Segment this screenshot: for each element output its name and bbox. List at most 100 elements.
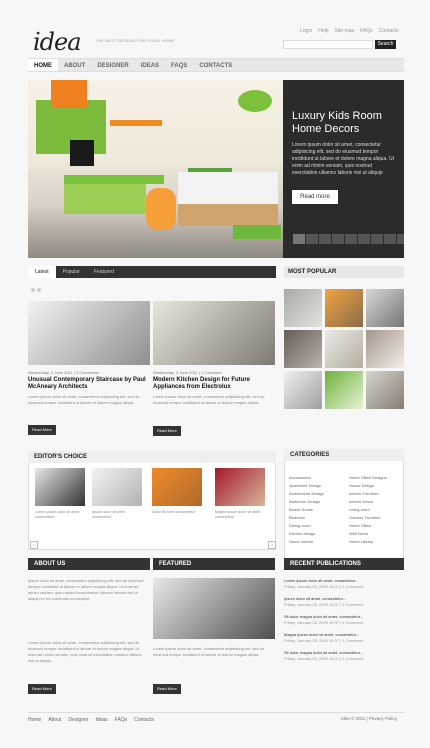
read-more-button[interactable]: Read More xyxy=(28,425,56,435)
orange-wall xyxy=(51,80,87,108)
editor-caption: Magna ipsum dolor sit amet consectetur xyxy=(215,510,261,519)
category-link[interactable]: Interior Decor xyxy=(349,499,409,504)
nav-faqs[interactable]: FAQS xyxy=(165,59,193,71)
category-link[interactable]: Architecture Design xyxy=(289,491,349,496)
category-link[interactable]: Interior Furniture xyxy=(349,491,409,496)
main-nav: HOME ABOUT DESIGNER IDEAS FAQS CONTACTS xyxy=(28,58,404,72)
top-link-help[interactable]: Help xyxy=(318,28,328,34)
popular-thumb[interactable] xyxy=(366,289,404,327)
footer-link-faqs[interactable]: FAQs xyxy=(115,717,128,723)
category-link[interactable]: Accessories xyxy=(289,475,349,480)
footer-link-about[interactable]: About xyxy=(48,717,61,723)
popular-thumb[interactable] xyxy=(366,330,404,368)
category-link[interactable]: Home Office xyxy=(349,523,409,528)
nav-contacts[interactable]: CONTACTS xyxy=(193,59,238,71)
featured-image[interactable] xyxy=(153,578,275,639)
category-link[interactable]: Bedroom xyxy=(289,515,349,520)
hero-thumb[interactable] xyxy=(371,234,383,244)
category-link[interactable]: Apartment Design xyxy=(289,483,349,488)
popular-thumb[interactable] xyxy=(284,289,322,327)
tab-latest[interactable]: Latest xyxy=(28,266,56,278)
most-popular-heading: MOST POPULAR xyxy=(284,266,404,278)
featured-text: Lorem ipsum dolor sit amet, consectetur … xyxy=(153,646,265,657)
site-logo[interactable]: idea xyxy=(33,28,82,56)
article-excerpt: Lorem ipsum dolor sit amet, consectetur … xyxy=(153,394,265,405)
top-link-contacts[interactable]: Contacts xyxy=(379,28,399,34)
article-title[interactable]: Modern Kitchen Design for Future Applian… xyxy=(153,377,275,391)
top-link-site-map[interactable]: Site map xyxy=(335,28,355,34)
category-link[interactable]: Dining room xyxy=(289,523,349,528)
top-link-login[interactable]: Login xyxy=(300,28,312,34)
categories-list: Accessories Home Office Designs Apartmen… xyxy=(289,475,409,544)
search-button[interactable]: Search xyxy=(375,40,396,49)
site-tagline: THE BEST DESIGN FOR YOUR HOME xyxy=(95,38,175,43)
pagination-dot[interactable] xyxy=(31,288,35,292)
popular-thumb[interactable] xyxy=(284,330,322,368)
featured-read-more-button[interactable]: Read More xyxy=(153,684,181,694)
hero-thumb[interactable] xyxy=(345,234,357,244)
hero-thumb[interactable] xyxy=(319,234,331,244)
article-title[interactable]: Unusual Contemporary Staircase by Paul M… xyxy=(28,377,150,391)
footer-link-home[interactable]: Home xyxy=(28,717,41,723)
category-link[interactable]: Home Interior xyxy=(289,539,349,544)
editor-caption: Lorem ipsum dolor sit amet consectetur xyxy=(35,510,80,519)
hero-read-more-button[interactable]: Read more xyxy=(292,190,338,204)
hero-thumb[interactable] xyxy=(358,234,370,244)
article-image[interactable] xyxy=(153,301,275,365)
read-more-button[interactable]: Read More xyxy=(153,426,181,436)
popular-thumb[interactable] xyxy=(325,289,363,327)
category-link[interactable]: Home Library xyxy=(349,539,409,544)
top-link-faqs[interactable]: FAQs xyxy=(360,28,373,34)
popular-thumb[interactable] xyxy=(325,330,363,368)
category-link[interactable]: Beach House xyxy=(289,507,349,512)
category-link[interactable]: Bathroom Design xyxy=(289,499,349,504)
editor-caption: Ipsum dolor sit amet consectetur xyxy=(92,510,126,519)
chair xyxy=(146,188,176,230)
hero-thumb[interactable] xyxy=(332,234,344,244)
copyright: Idea © 2011 | Privacy Policy xyxy=(341,716,397,721)
article-image[interactable] xyxy=(28,301,150,365)
recent-publication: Sit dolor magna dolor sit amet, consecte… xyxy=(284,650,364,661)
editor-item: Magna ipsum dolor sit amet consectetur xyxy=(215,468,265,520)
hero-title: Luxury Kids Room Home Decors xyxy=(292,110,382,135)
editor-image[interactable] xyxy=(92,468,142,506)
category-link[interactable]: Wall Decor xyxy=(349,531,409,536)
nav-designer[interactable]: DESIGNER xyxy=(91,59,134,71)
footer-link-designer[interactable]: Designer xyxy=(68,717,88,723)
tab-popular[interactable]: Popular xyxy=(56,266,87,278)
popular-thumb[interactable] xyxy=(325,371,363,409)
nav-about[interactable]: ABOUT xyxy=(58,59,91,71)
hero-slider[interactable]: Luxury Kids Room Home Decors Lorem ipsum… xyxy=(28,80,404,258)
category-link[interactable]: Kitchen design xyxy=(289,531,349,536)
nav-ideas[interactable]: IDEAS xyxy=(135,59,165,71)
category-link[interactable]: Outdoor Furniture xyxy=(349,515,409,520)
next-arrow-icon[interactable]: › xyxy=(268,541,276,549)
hero-text: Lorem ipsum dolor sit amet, consectetur … xyxy=(292,142,395,176)
previous-arrow-icon[interactable]: ‹ xyxy=(30,541,38,549)
hero-thumb[interactable] xyxy=(293,234,305,244)
nav-home[interactable]: HOME xyxy=(28,59,58,71)
hero-thumb[interactable] xyxy=(397,234,404,244)
editor-image[interactable] xyxy=(215,468,265,506)
featured-heading: FEATURED xyxy=(153,558,275,570)
bed-base xyxy=(178,204,278,226)
about-read-more-button[interactable]: Read More xyxy=(28,684,56,694)
pagination-dot[interactable] xyxy=(37,288,41,292)
popular-thumb[interactable] xyxy=(366,371,404,409)
about-text: Ipsum dolor sit amet, consectetur adipis… xyxy=(28,578,144,601)
popular-thumb[interactable] xyxy=(284,371,322,409)
editor-item: Lorem ipsum dolor sit amet consectetur xyxy=(35,468,85,520)
category-link[interactable]: Living room xyxy=(349,507,409,512)
tab-featured[interactable]: Featured xyxy=(87,266,121,278)
editor-image[interactable] xyxy=(152,468,202,506)
category-link[interactable]: Home Office Designs xyxy=(349,475,409,480)
hero-thumb[interactable] xyxy=(306,234,318,244)
search-input[interactable] xyxy=(283,40,373,49)
editor-image[interactable] xyxy=(35,468,85,506)
category-link[interactable]: House Design xyxy=(349,483,409,488)
footer-link-contacts[interactable]: Contacts xyxy=(134,717,154,723)
hero-thumb[interactable] xyxy=(384,234,396,244)
footer-link-ideas[interactable]: Ideas xyxy=(95,717,107,723)
hero-image xyxy=(28,80,283,258)
content-tabs: Latest Popular Featured xyxy=(28,266,276,278)
